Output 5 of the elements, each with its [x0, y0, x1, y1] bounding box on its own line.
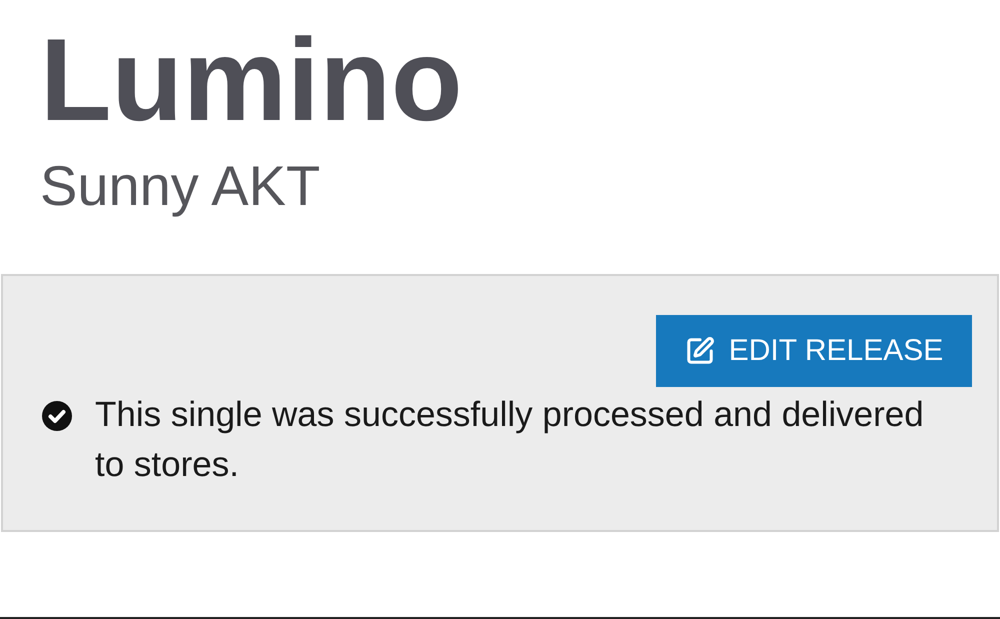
status-message: This single was successfully processed and delivered to stores.: [95, 394, 925, 486]
release-title: Lumino: [40, 21, 462, 138]
check-circle-icon: [42, 401, 72, 431]
edit-icon: [684, 336, 715, 366]
edit-release-button[interactable]: EDIT RELEASE: [656, 315, 972, 387]
